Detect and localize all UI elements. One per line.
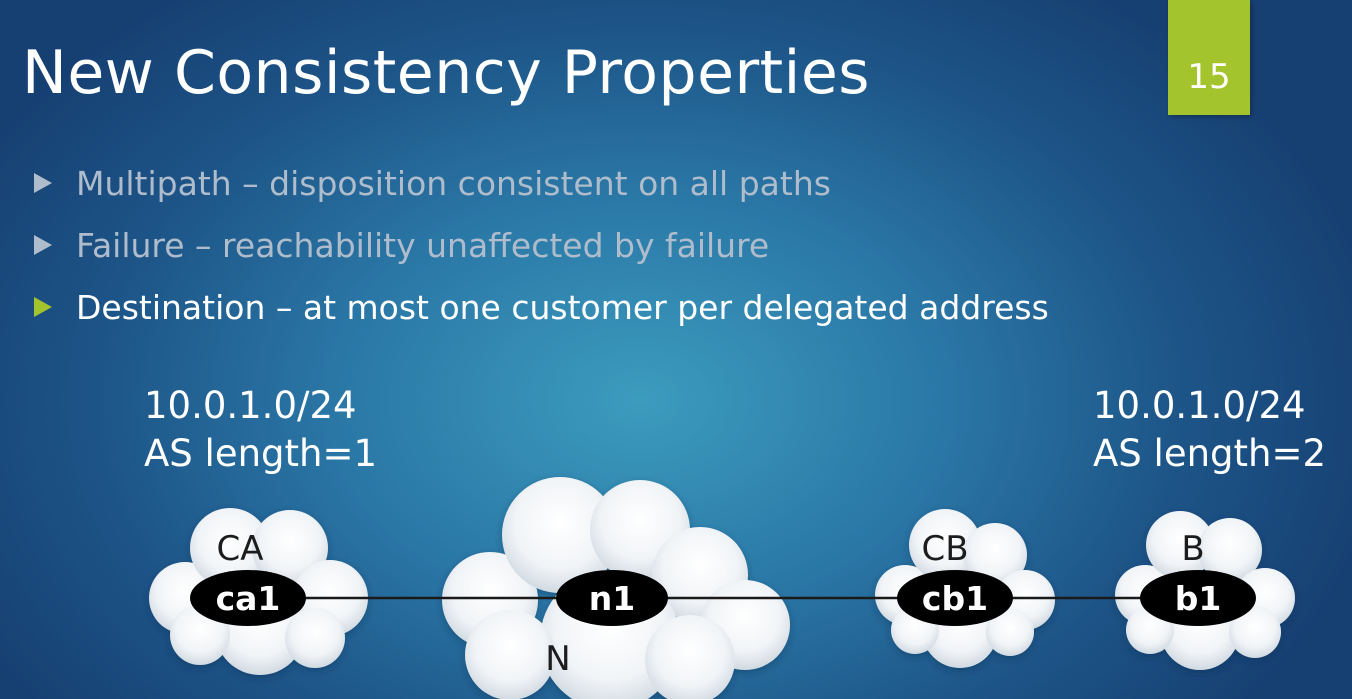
node-label-ca1: ca1 (216, 579, 281, 618)
cloud-label-n: N (545, 639, 570, 679)
cloud-label-cb: CB (921, 529, 968, 569)
node-cb1: cb1 (897, 570, 1013, 626)
node-b1: b1 (1140, 570, 1256, 626)
cloud-label-ca: CA (217, 529, 264, 569)
network-diagram: CA N CB B ca1 n1 cb1 b1 (149, 477, 1295, 699)
cloud-label-b: B (1181, 529, 1204, 569)
node-ca1: ca1 (190, 570, 306, 626)
node-n1: n1 (556, 570, 668, 626)
node-label-cb1: cb1 (922, 579, 988, 618)
node-label-b1: b1 (1175, 579, 1222, 618)
node-label-n1: n1 (589, 579, 635, 618)
